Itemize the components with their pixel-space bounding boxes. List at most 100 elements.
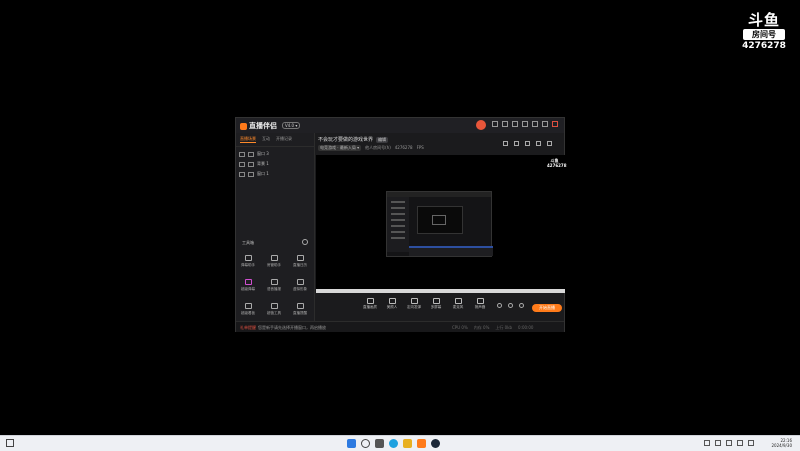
title-bar: 直播伴侣 V4.0 ▾	[236, 118, 564, 133]
tool-calendar[interactable]: 直播日历	[288, 255, 312, 268]
room-number: 4276278	[394, 145, 413, 150]
steam-icon[interactable]	[431, 439, 440, 448]
start-icon[interactable]	[347, 439, 356, 448]
status-message: 礼单提醒 您是新手请先选择开播窗口，再启播放	[240, 325, 326, 330]
explorer-icon[interactable]	[403, 439, 412, 448]
language-icon[interactable]	[715, 440, 721, 446]
windows-taskbar: 22:16 2024/9/30	[0, 435, 800, 451]
edge-icon[interactable]	[389, 439, 398, 448]
tool-danmu[interactable]: 弹幕助手	[236, 255, 260, 268]
screen-icon	[432, 298, 440, 304]
start-live-button[interactable]: 开始直播	[532, 304, 562, 312]
lock-icon[interactable]	[248, 161, 254, 167]
taskbar-clock[interactable]: 22:16 2024/9/30	[766, 438, 792, 448]
target-button[interactable]: 定向发弹	[404, 298, 424, 310]
popout-icon[interactable]	[536, 141, 541, 146]
settings-icon[interactable]	[512, 121, 518, 127]
wifi-icon[interactable]	[726, 440, 732, 446]
category-select[interactable]: 电竞游戏 · 最新入局 ▾	[318, 145, 362, 151]
room-id: 4276278	[742, 41, 786, 51]
skin-icon[interactable]	[502, 121, 508, 127]
battery-icon[interactable]	[748, 440, 754, 446]
settings-icon[interactable]	[519, 303, 524, 308]
share-icon[interactable]	[547, 141, 552, 146]
stream-title: 不会玩才要做的游戏世界	[318, 137, 374, 143]
minimize-icon[interactable]	[532, 121, 538, 127]
gift-icon	[270, 303, 278, 309]
nested-app-capture	[386, 191, 493, 257]
user-avatar[interactable]	[476, 120, 486, 130]
close-icon[interactable]	[552, 121, 558, 127]
chat-icon	[244, 255, 252, 261]
target-icon	[410, 298, 418, 304]
tool-board[interactable]: 超级看板	[236, 303, 260, 316]
douyu-app-icon[interactable]	[417, 439, 426, 448]
stream-preview[interactable]: 斗鱼 4276278	[316, 155, 567, 293]
task-view-icon[interactable]	[375, 439, 384, 448]
eye-icon[interactable]	[239, 171, 245, 177]
preview-taskbar	[316, 289, 565, 293]
clock-date: 2024/9/30	[771, 443, 792, 448]
board-icon	[244, 303, 252, 309]
tool-remind[interactable]: 直播提醒	[288, 303, 312, 316]
preview-watermark: 斗鱼 4276278	[547, 158, 567, 168]
system-tray	[704, 440, 754, 446]
app-logo: 直播伴侣	[240, 121, 277, 131]
volume-icon[interactable]	[737, 440, 743, 446]
tool-avatar[interactable]: 虚拟形象	[288, 279, 312, 292]
warning-label: 礼单提醒	[240, 325, 256, 330]
stream-meta: 电竞游戏 · 最新入局 ▾ 他人房间号(h) 4276278 FPS	[318, 145, 424, 151]
version-badge[interactable]: V4.0 ▾	[282, 122, 301, 129]
left-panel: 直播场景 互动 开播记录 窗口 3 背景 1 窗口 1 工具箱 弹幕助手 房管助…	[236, 133, 315, 321]
tool-extra[interactable]: 超值工具	[262, 303, 286, 316]
eye-icon[interactable]	[239, 161, 245, 167]
quality-button[interactable]: 直播画质	[360, 298, 380, 310]
lock-icon[interactable]	[248, 151, 254, 157]
scene-item[interactable]: 窗口 3	[239, 151, 311, 157]
record-icon[interactable]	[508, 303, 513, 308]
left-tabs: 直播场景 互动 开播记录	[236, 133, 314, 147]
speaker-icon	[476, 298, 484, 304]
menu-icon[interactable]	[522, 121, 528, 127]
mail-icon[interactable]	[492, 121, 498, 127]
search-icon[interactable]	[361, 439, 370, 448]
app-title: 直播伴侣	[249, 122, 277, 130]
user-icon	[270, 255, 278, 261]
status-metrics: CPU 0% 内存 0% 上行 0kb 0:00:00	[452, 325, 534, 330]
streaming-app-window: 直播伴侣 V4.0 ▾ 直播场景 互动 开播记录 窗口 3 背景 1 窗口 1 …	[235, 117, 567, 332]
stream-header: 不会玩才要做的游戏世界 编辑	[318, 136, 389, 143]
home-icon[interactable]	[525, 141, 530, 146]
room-prefix: 他人房间号(h)	[365, 145, 391, 150]
douyu-logo: 斗鱼	[747, 11, 780, 29]
tab-scenes[interactable]: 直播场景	[240, 136, 256, 143]
edit-title-button[interactable]: 编辑	[376, 137, 389, 143]
microphone-button[interactable]: 麦克风	[448, 298, 468, 310]
maximize-icon[interactable]	[542, 121, 548, 127]
chevron-up-icon[interactable]	[704, 440, 710, 446]
widgets-icon[interactable]	[6, 439, 14, 447]
tab-interact[interactable]: 互动	[262, 136, 270, 143]
lock-icon[interactable]	[514, 141, 519, 146]
scene-item[interactable]: 背景 1	[239, 161, 311, 167]
toolbox-header: 工具箱	[242, 240, 254, 245]
beauty-button[interactable]: 美颜人	[382, 298, 402, 310]
eye-icon[interactable]	[239, 151, 245, 157]
window-controls	[492, 121, 558, 127]
record-icon[interactable]	[503, 141, 508, 146]
tool-room-manager[interactable]: 房管助手	[262, 255, 286, 268]
camera-icon[interactable]	[497, 303, 502, 308]
toolbox-settings-icon[interactable]	[302, 239, 308, 245]
speaker-icon	[270, 279, 278, 285]
tool-voice[interactable]: 语音播报	[262, 279, 286, 292]
status-bar: 礼单提醒 您是新手请先选择开播窗口，再启播放 CPU 0% 内存 0% 上行 0k…	[236, 321, 564, 332]
scene-item[interactable]: 窗口 1	[239, 171, 311, 177]
speaker-button[interactable]: 扬声器	[470, 298, 490, 310]
avatar-icon	[296, 279, 304, 285]
tab-records[interactable]: 开播记录	[276, 136, 292, 143]
multiscreen-button[interactable]: 多屏幕	[426, 298, 446, 310]
bottom-toolbar: 直播画质 美颜人 定向发弹 多屏幕 麦克风 扬声器	[316, 295, 565, 315]
tool-super-danmu[interactable]: 超级弹幕	[236, 279, 260, 292]
header-icons	[503, 141, 552, 146]
lock-icon[interactable]	[248, 171, 254, 177]
monitor-icon	[366, 298, 374, 304]
